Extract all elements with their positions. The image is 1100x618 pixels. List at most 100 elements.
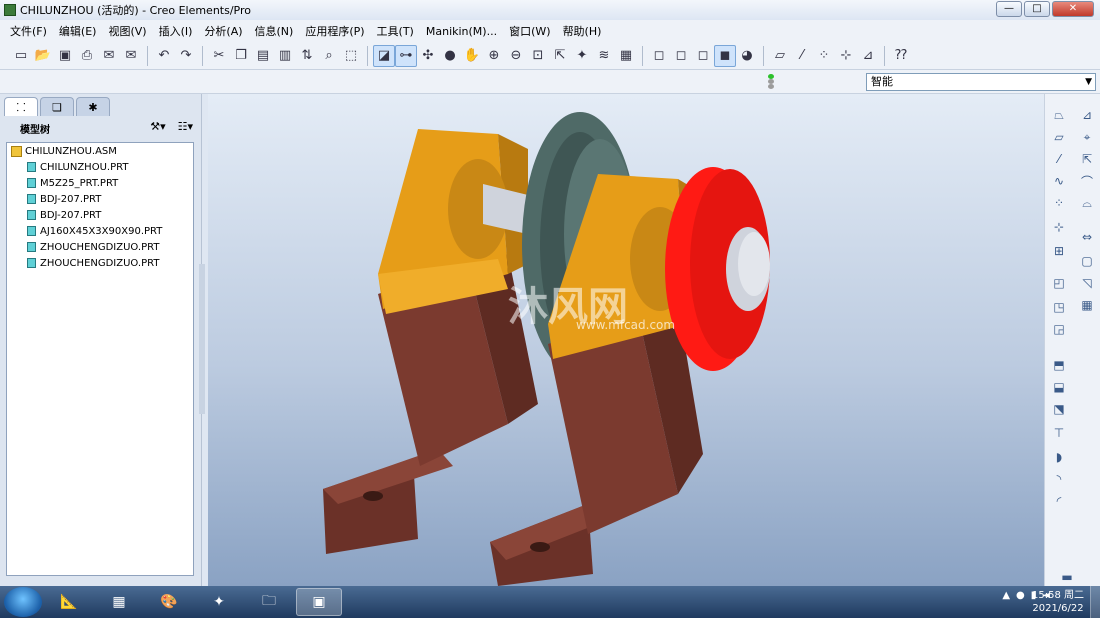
draft-icon[interactable]: ⬓ [1049,378,1069,396]
trim-icon[interactable]: ◹ [1077,274,1097,292]
view-manager-icon[interactable]: ▦ [615,45,637,67]
redo-icon[interactable]: ↷ [175,45,197,67]
zoom-out-icon[interactable]: ⊖ [505,45,527,67]
new-icon[interactable]: ▭ [10,45,32,67]
menu-view[interactable]: 视图(V) [102,23,152,39]
menu-file[interactable]: 文件(F) [4,23,53,39]
select-box-icon[interactable]: ⬚ [340,45,362,67]
menu-analysis[interactable]: 分析(A) [198,23,248,39]
shading-icon[interactable]: ◼ [714,44,736,67]
tree-settings-icon[interactable]: ⚒▾ [150,120,165,133]
enhanced-realism-icon[interactable]: ◕ [736,45,758,67]
coord-sys-icon[interactable]: ⊹ [835,45,857,67]
blend-icon[interactable]: ◗ [1049,448,1069,466]
repeat-icon[interactable]: ⇱ [1077,150,1097,168]
helical-sweep-icon[interactable]: ◜ [1049,492,1069,510]
tree-node[interactable]: M5Z25_PRT.PRT [7,175,193,191]
taskbar-app-paint[interactable]: 🎨 [146,588,192,616]
menu-window[interactable]: 窗口(W) [503,23,556,39]
tree-node[interactable]: ZHOUCHENGDIZUO.PRT [7,239,193,255]
plane-icon[interactable]: ▱ [1049,128,1069,146]
menu-insert[interactable]: 插入(I) [153,23,199,39]
create-component-icon[interactable]: ⌖ [1077,128,1097,146]
saved-views-icon[interactable]: ✣ [417,45,439,67]
print-icon[interactable]: ⎙ [76,45,98,67]
minimize-button[interactable]: — [996,1,1022,17]
taskbar-app-explorer[interactable]: 🗀 [246,588,292,616]
no-hidden-icon[interactable]: ◻ [692,45,714,67]
chevron-down-icon[interactable]: ▼ [1085,74,1092,90]
taskbar-app-creo[interactable]: 📐 [46,588,92,616]
revolve-icon[interactable]: ⊤ [1049,424,1069,442]
tree-node[interactable]: AJ160X45X3X90X90.PRT [7,223,193,239]
spin-center-icon[interactable]: ✦ [571,45,593,67]
hole-icon[interactable]: ◰ [1049,274,1069,292]
toolbar-collapse-icon[interactable]: ▬ [1057,568,1077,586]
email2-icon[interactable]: ✉ [120,45,142,67]
favorites-tab[interactable]: ✱ [76,97,110,116]
curve-icon[interactable]: ∿ [1049,172,1069,190]
taskbar-clock[interactable]: 15:58 周二 2021/6/22 [1032,589,1084,615]
pan-icon[interactable]: ✋ [461,45,483,67]
panel-splitter[interactable] [199,264,205,414]
chamfer-icon[interactable]: ◲ [1049,320,1069,338]
assemble-icon[interactable]: ⊿ [1077,106,1097,124]
sweep-icon[interactable]: ⌒ [1077,172,1097,190]
tray-expand-icon[interactable]: ▲ [1002,590,1010,601]
close-button[interactable]: ✕ [1052,1,1094,17]
shell-icon[interactable]: ⌓ [1077,194,1097,212]
rib-icon[interactable]: ⬒ [1049,356,1069,374]
menu-manikin[interactable]: Manikin(M)... [420,25,503,38]
tree-node-root[interactable]: CHILUNZHOU.ASM [7,143,193,159]
point-icon[interactable]: ⁘ [1049,194,1069,212]
refit-icon[interactable]: ⊡ [527,45,549,67]
tree-node[interactable]: CHILUNZHOU.PRT [7,159,193,175]
help-icon[interactable]: ⁇ [890,45,912,67]
round-icon[interactable]: ◳ [1049,298,1069,316]
tree-node[interactable]: BDJ-207.PRT [7,191,193,207]
menu-help[interactable]: 帮助(H) [557,23,608,39]
taskbar-app-calculator[interactable]: ▦ [96,588,142,616]
copy-icon[interactable]: ❐ [230,45,252,67]
open-icon[interactable]: 📂 [32,45,54,67]
menu-applications[interactable]: 应用程序(P) [299,23,370,39]
variable-sweep-icon[interactable]: ◝ [1049,470,1069,488]
regenerate-icon[interactable]: ⇅ [296,45,318,67]
axis-icon[interactable]: ⁄ [1049,150,1069,168]
undo-icon[interactable]: ↶ [153,45,175,67]
menu-info[interactable]: 信息(N) [249,23,300,39]
tray-app-icon[interactable]: ● [1016,590,1025,601]
tree-columns-icon[interactable]: ☷▾ [178,120,193,133]
paste-special-icon[interactable]: ▥ [274,45,296,67]
selection-filter-select[interactable]: 智能 ▼ [866,73,1096,91]
hidden-line-icon[interactable]: ◻ [670,45,692,67]
datum-planes-icon[interactable]: ▱ [769,45,791,67]
layers-tab[interactable]: ❏ [40,97,74,116]
tree-node[interactable]: ZHOUCHENGDIZUO.PRT [7,255,193,271]
paste-icon[interactable]: ▤ [252,45,274,67]
tree-node[interactable]: BDJ-207.PRT [7,207,193,223]
mirror-icon[interactable]: ⇔ [1077,228,1097,246]
merge-icon[interactable]: ▦ [1077,296,1097,314]
zoom-in-icon[interactable]: ⊕ [483,45,505,67]
cut-icon[interactable]: ✂ [208,45,230,67]
wireframe-icon[interactable]: ◻ [648,45,670,67]
datum-axes-icon[interactable]: ⁄ [791,45,813,67]
graphics-viewport[interactable]: 沐风网 www.mfcad.com [208,94,1044,586]
layers-icon[interactable]: ≋ [593,45,615,67]
taskbar-app-viewer[interactable]: ✦ [196,588,242,616]
email-icon[interactable]: ✉ [98,45,120,67]
extrude-icon[interactable]: ⬔ [1049,400,1069,418]
start-button[interactable] [4,587,42,617]
reorient-icon[interactable]: ⇱ [549,45,571,67]
pattern-icon[interactable]: ▢ [1077,252,1097,270]
find-icon[interactable]: ⌕ [318,45,340,67]
show-desktop-button[interactable] [1090,586,1100,618]
datum-points-icon[interactable]: ⁘ [813,45,835,67]
analysis-icon[interactable]: ⊞ [1049,242,1069,260]
appearance-icon[interactable]: ● [439,45,461,67]
menu-edit[interactable]: 编辑(E) [53,23,103,39]
datum-display-icon[interactable]: ◪ [373,44,395,67]
annotation-icon[interactable]: ⊿ [857,45,879,67]
taskbar-app-active[interactable]: ▣ [296,588,342,616]
